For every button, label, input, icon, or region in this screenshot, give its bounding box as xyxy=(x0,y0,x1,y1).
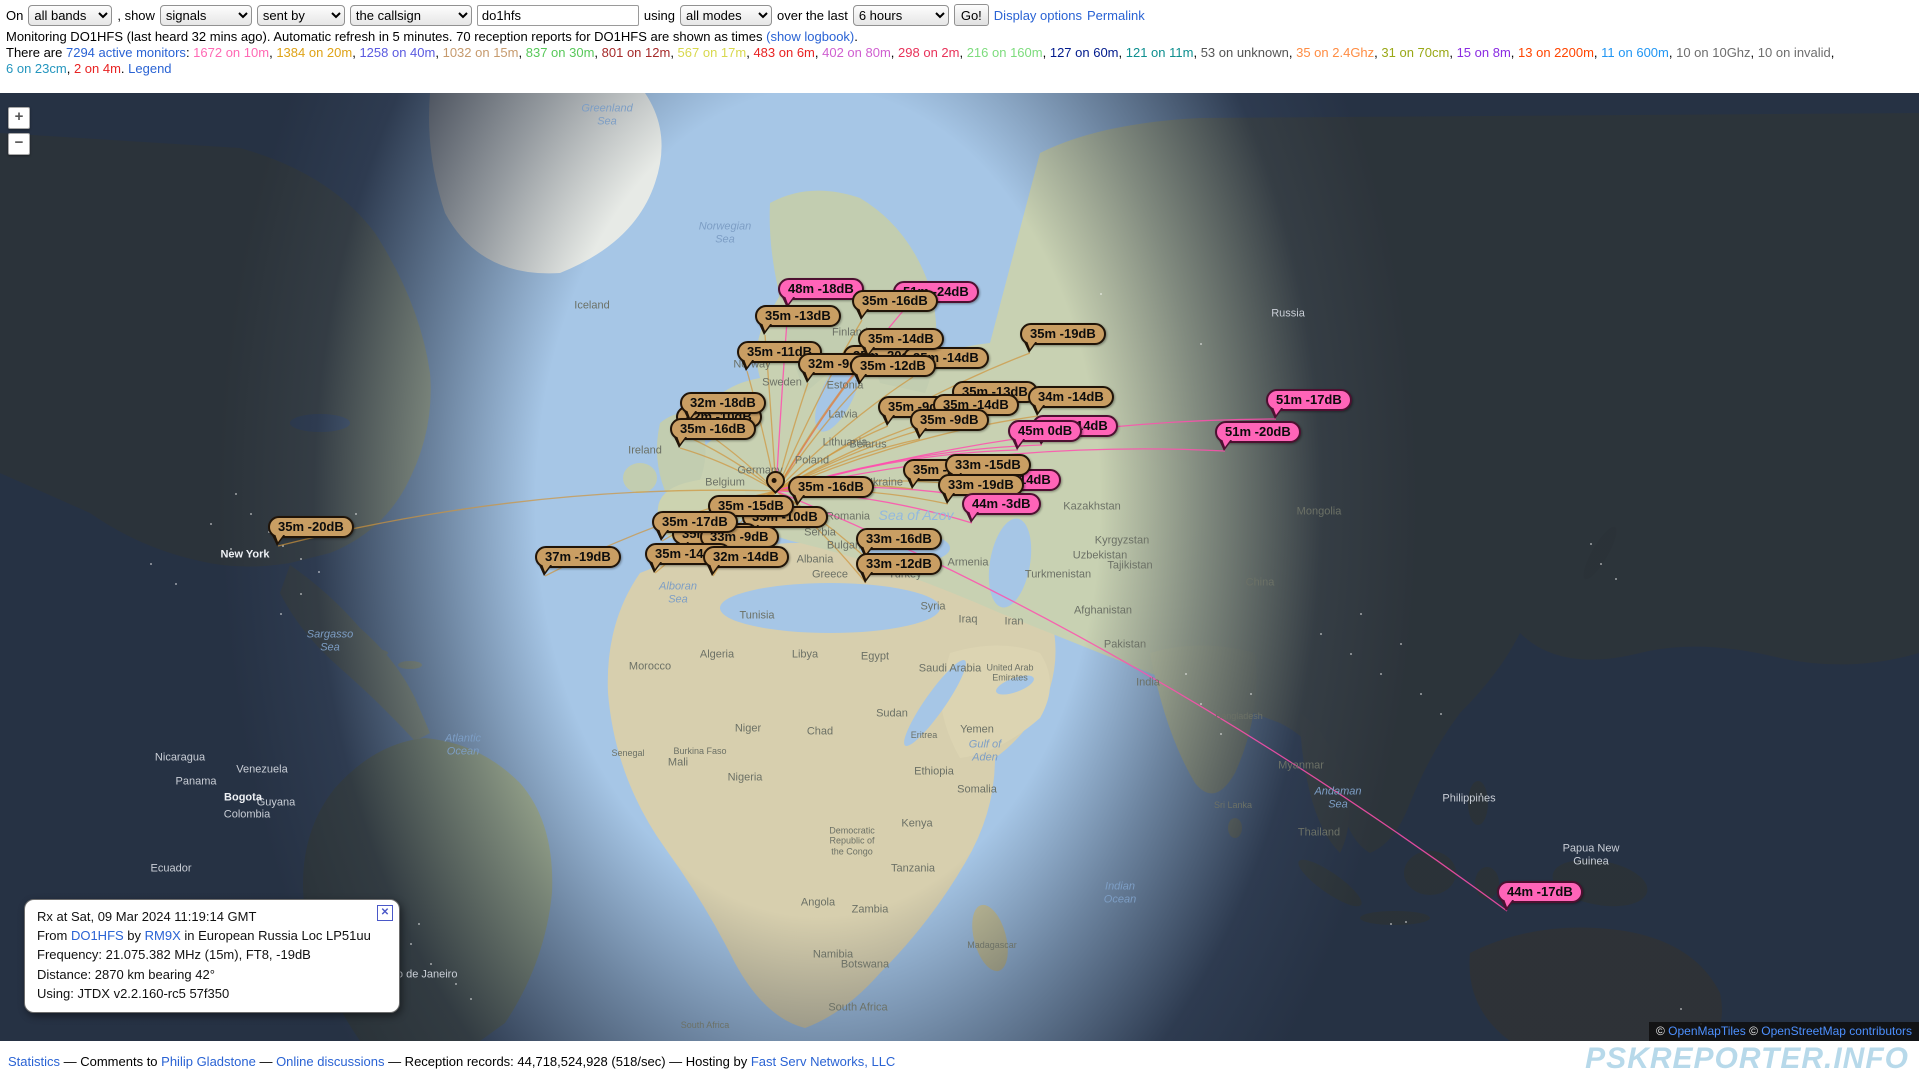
band-count: 6 on 23cm xyxy=(6,61,67,76)
philip-gladstone-link[interactable]: Philip Gladstone xyxy=(161,1054,256,1069)
popup-rx-time: Rx at Sat, 09 Mar 2024 11:19:14 GMT xyxy=(37,907,389,926)
band-count: 801 on 12m xyxy=(602,45,671,60)
report-balloon[interactable]: 35m -17dB xyxy=(652,511,738,533)
footer-status-line: Statistics — Comments to Philip Gladston… xyxy=(8,1054,895,1069)
active-monitors-link[interactable]: 7294 active monitors xyxy=(66,45,186,60)
popup-from-line: From DO1HFS by RM9X in European Russia L… xyxy=(37,926,389,945)
report-balloon[interactable]: 35m -9dB xyxy=(910,409,989,431)
band-count: 1032 on 15m xyxy=(443,45,519,60)
monitoring-text: Monitoring DO1HFS (last heard 32 mins ag… xyxy=(6,29,766,44)
report-balloon[interactable]: 34m -14dB xyxy=(1028,386,1114,408)
go-button[interactable]: Go! xyxy=(954,4,989,26)
active-monitors-line-2: 6 on 23cm, 2 on 4m. Legend xyxy=(6,61,1913,77)
report-balloon[interactable]: 35m -14dB xyxy=(858,328,944,350)
report-balloon[interactable]: 33m -12dB xyxy=(856,553,942,575)
band-count: 15 on 8m xyxy=(1457,45,1511,60)
band-count: 483 on 6m xyxy=(753,45,814,60)
legend-link[interactable]: Legend xyxy=(128,61,171,76)
band-count: 127 on 60m xyxy=(1050,45,1119,60)
callsign-mode-select[interactable]: the callsign xyxy=(350,5,472,26)
show-label: , show xyxy=(117,8,155,23)
callsign-input[interactable] xyxy=(477,5,639,26)
band-count: 35 on 2.4Ghz xyxy=(1296,45,1374,60)
band-count: 31 on 70cm xyxy=(1381,45,1449,60)
openmaptiles-link[interactable]: OpenMapTiles xyxy=(1668,1024,1746,1038)
report-balloon[interactable]: 35m -16dB xyxy=(670,418,756,440)
report-balloon[interactable]: 32m -14dB xyxy=(703,546,789,568)
header-toolbar: On all bands , show signals sent by the … xyxy=(0,0,1919,93)
band-count: 1672 on 10m xyxy=(193,45,269,60)
band-count: 1384 on 20m xyxy=(276,45,352,60)
band-count: 837 on 30m xyxy=(526,45,595,60)
popup-software: Using: JTDX v2.2.160-rc5 57f350 xyxy=(37,984,389,1003)
band-count: 298 on 2m xyxy=(898,45,959,60)
from-callsign-link[interactable]: DO1HFS xyxy=(71,928,124,943)
band-count: 121 on 11m xyxy=(1126,45,1194,60)
band-count: 1258 on 40m xyxy=(359,45,435,60)
overlast-label: over the last xyxy=(777,8,848,23)
mode-select[interactable]: all modes xyxy=(680,5,772,26)
band-select[interactable]: all bands xyxy=(28,5,112,26)
signals-select[interactable]: signals xyxy=(160,5,252,26)
using-label: using xyxy=(644,8,675,23)
band-count: 2 on 4m xyxy=(74,61,121,76)
band-count: 10 on 10Ghz xyxy=(1676,45,1750,60)
report-balloon[interactable]: 37m -19dB xyxy=(535,546,621,568)
band-count: 13 on 2200m xyxy=(1518,45,1594,60)
monitoring-status-line: Monitoring DO1HFS (last heard 32 mins ag… xyxy=(6,28,1913,45)
report-balloon[interactable]: 51m -17dB xyxy=(1266,389,1352,411)
report-balloon[interactable]: 35m -16dB xyxy=(852,290,938,312)
statistics-link[interactable]: Statistics xyxy=(8,1054,60,1069)
report-balloon[interactable]: 45m 0dB xyxy=(1008,420,1082,442)
zoom-in-button[interactable]: + xyxy=(8,107,30,129)
permalink-link[interactable]: Permalink xyxy=(1087,8,1145,23)
monitor-counts-2: 6 on 23cm, 2 on 4m xyxy=(6,61,121,76)
report-balloon[interactable]: 44m -3dB xyxy=(962,493,1041,515)
sentby-select[interactable]: sent by xyxy=(257,5,345,26)
report-balloon[interactable]: 35m -13dB xyxy=(755,305,841,327)
duration-select[interactable]: 6 hours xyxy=(853,5,949,26)
report-balloon[interactable]: 35m -20dB xyxy=(268,516,354,538)
report-balloon[interactable]: 35m -12dB xyxy=(850,355,936,377)
report-balloon[interactable]: 48m -18dB xyxy=(778,278,864,300)
report-balloon[interactable]: 35m -16dB xyxy=(788,476,874,498)
zoom-out-button[interactable]: − xyxy=(8,133,30,155)
online-discussions-link[interactable]: Online discussions xyxy=(276,1054,384,1069)
popup-frequency: Frequency: 21.075.382 MHz (15m), FT8, -1… xyxy=(37,945,389,964)
active-monitors-line: There are 7294 active monitors: 1672 on … xyxy=(6,45,1913,61)
band-count: 216 on 160m xyxy=(967,45,1043,60)
on-label: On xyxy=(6,8,23,23)
fastserv-link[interactable]: Fast Serv Networks, LLC xyxy=(751,1054,896,1069)
report-balloon[interactable]: 33m -16dB xyxy=(856,528,942,550)
pskreporter-watermark: PSKREPORTER.INFO xyxy=(1585,1042,1909,1076)
popup-close-icon[interactable]: ✕ xyxy=(377,905,393,921)
report-balloon[interactable]: 44m -17dB xyxy=(1497,881,1583,903)
monitor-counts: 1672 on 10m, 1384 on 20m, 1258 on 40m, 1… xyxy=(193,45,1834,60)
report-balloon[interactable]: 33m -15dB xyxy=(945,454,1031,476)
footer-bar: Statistics — Comments to Philip Gladston… xyxy=(0,1041,1919,1077)
report-balloon[interactable]: 35m -19dB xyxy=(1020,323,1106,345)
world-map[interactable]: Greenland SeaNorwegian SeaIcelandNorwayS… xyxy=(0,93,1919,1041)
map-attribution: © OpenMapTiles © OpenStreetMap contribut… xyxy=(1649,1022,1919,1041)
band-count: 10 on invalid xyxy=(1758,45,1831,60)
map-zoom-controls: + − xyxy=(8,107,30,159)
show-logbook-link[interactable]: (show logbook) xyxy=(766,29,854,44)
popup-distance: Distance: 2870 km bearing 42° xyxy=(37,965,389,984)
band-count: 567 on 17m xyxy=(678,45,747,60)
report-balloon[interactable]: 32m -18dB xyxy=(680,392,766,414)
query-toolbar: On all bands , show signals sent by the … xyxy=(6,2,1913,28)
report-balloon[interactable]: 51m -20dB xyxy=(1215,421,1301,443)
reception-report-popup: ✕ Rx at Sat, 09 Mar 2024 11:19:14 GMT Fr… xyxy=(24,899,400,1013)
display-options-link[interactable]: Display options xyxy=(994,8,1082,23)
by-callsign-link[interactable]: RM9X xyxy=(145,928,181,943)
band-count: 11 on 600m xyxy=(1601,45,1669,60)
band-count: 53 on unknown xyxy=(1201,45,1289,60)
band-count: 402 on 80m xyxy=(822,45,891,60)
openstreetmap-link[interactable]: OpenStreetMap contributors xyxy=(1761,1024,1912,1038)
